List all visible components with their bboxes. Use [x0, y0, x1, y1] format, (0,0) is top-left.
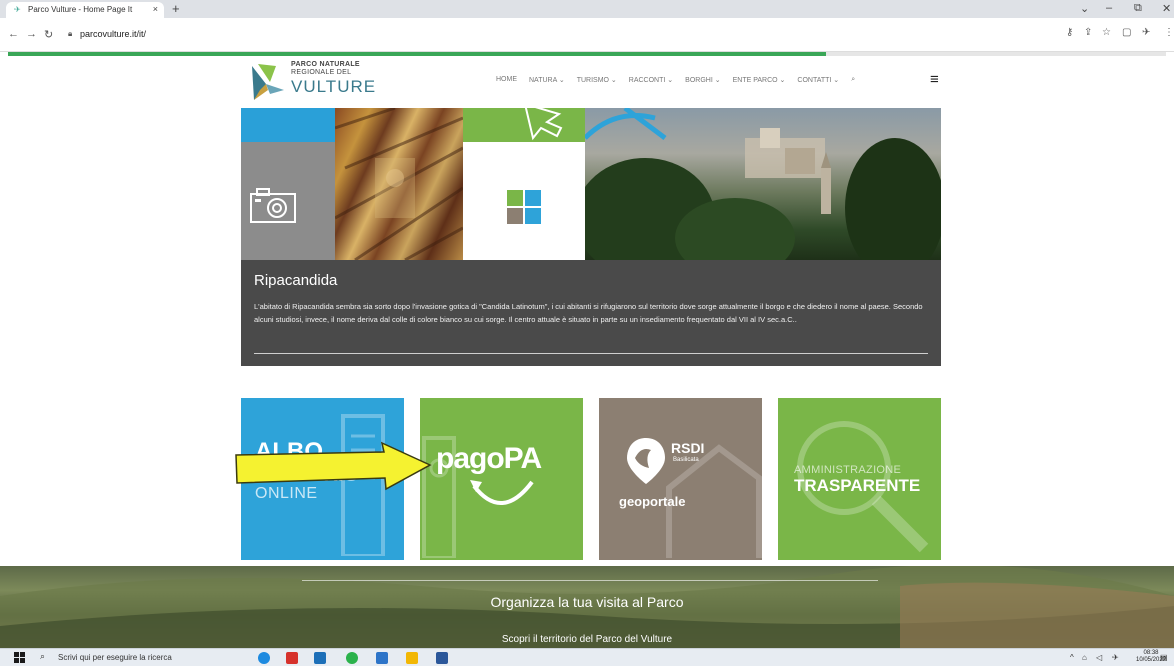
geoportale-tile[interactable]: RSDI Basilicata geoportale: [599, 398, 762, 560]
volume-icon[interactable]: ◁: [1096, 653, 1102, 662]
address-bar-row: ← → ↻ 🔒︎ parcovulture.it/it/ ⚷ ⇪ ☆ ▢ ✈ ⋮: [0, 18, 1174, 52]
share-icon[interactable]: ⇪: [1084, 27, 1092, 38]
geoportale-label: geoportale: [619, 494, 686, 509]
browser-tab-bar: ✈ Parco Vulture - Home Page It × + ⌄ – ⧉…: [0, 0, 1174, 18]
menu-turismo[interactable]: TURISMO ⌄: [577, 76, 617, 84]
ripacandida-photo-detail: [585, 108, 941, 260]
url-text: parcovulture.it/it/: [80, 29, 147, 39]
main-menu: HOME NATURA ⌄ TURISMO ⌄ RACCONTI ⌄ BORGH…: [496, 76, 855, 84]
park-logo-icon[interactable]: [246, 60, 288, 104]
windows-logo-icon[interactable]: [507, 190, 541, 224]
taskbar-search-icon[interactable]: ⌕: [40, 651, 45, 662]
camera-icon[interactable]: [249, 186, 297, 224]
rsdi-sublabel: Basilicata: [673, 457, 699, 463]
menu-ente-parco[interactable]: ENTE PARCO ⌄: [733, 76, 786, 84]
outlook-app-icon[interactable]: [376, 652, 388, 664]
reload-icon[interactable]: ↻: [44, 28, 53, 41]
tab-search-icon[interactable]: ⌄: [1080, 2, 1089, 15]
banner-title: Organizza la tua visita al Parco: [490, 594, 684, 610]
caption-title: Ripacandida: [254, 272, 338, 289]
menu-borghi[interactable]: BORGHI ⌄: [685, 76, 720, 84]
bookmark-star-icon[interactable]: ☆: [1102, 27, 1111, 38]
lock-icon: 🔒︎: [68, 29, 73, 38]
menu-home[interactable]: HOME: [496, 76, 517, 84]
menu-search-icon[interactable]: ⌕: [851, 76, 855, 84]
amministrazione-line-1: AMMINISTRAZIONE: [794, 464, 902, 476]
word-app-icon[interactable]: [436, 652, 448, 664]
menu-contatti[interactable]: CONTATTI ⌄: [797, 76, 839, 84]
fresco-detail: [335, 108, 463, 260]
forward-arrow-icon[interactable]: →: [26, 28, 37, 40]
visit-banner[interactable]: Organizza la tua visita al Parco Scopri …: [0, 566, 1174, 648]
amministrazione-trasparente-tile[interactable]: AMMINISTRAZIONE TRASPARENTE: [778, 398, 941, 560]
file-explorer-icon[interactable]: [406, 652, 418, 664]
caption-divider: [254, 353, 928, 354]
banner-divider: [302, 580, 878, 581]
hero-caption: Ripacandida L'abitato di Ripacandida sem…: [241, 260, 941, 366]
notifications-icon[interactable]: ▤: [1160, 653, 1168, 662]
yellow-arrow-annotation: [235, 441, 432, 491]
tray-app-icon[interactable]: ✈: [1112, 653, 1119, 662]
rsdi-label: RSDI: [671, 440, 705, 456]
tab-title: Parco Vulture - Home Page It: [28, 5, 133, 14]
pagopa-tile[interactable]: pagoPA: [420, 398, 583, 560]
menu-natura[interactable]: NATURA ⌄: [529, 76, 565, 84]
browser-menu-icon[interactable]: ⋮: [1164, 27, 1174, 38]
network-icon[interactable]: ⌂: [1082, 653, 1087, 662]
back-arrow-icon[interactable]: ←: [8, 28, 19, 40]
taskbar-search-input[interactable]: Scrivi qui per eseguire la ricerca: [58, 653, 172, 662]
sidebar-icon[interactable]: ▢: [1122, 27, 1131, 38]
url-field[interactable]: 🔒︎ parcovulture.it/it/: [66, 26, 1056, 44]
menu-racconti[interactable]: RACCONTI ⌄: [629, 76, 673, 84]
store-app-icon[interactable]: [314, 652, 326, 664]
site-favicon-icon: ✈: [14, 5, 21, 14]
map-pin-icon: [627, 438, 665, 484]
windows-taskbar: ⌕ Scrivi qui per eseguire la ricerca ^ ⌂…: [0, 648, 1174, 666]
maximize-button[interactable]: ⧉: [1134, 2, 1142, 15]
pagopa-label: pagoPA: [436, 442, 542, 475]
logo-line-3: VULTURE: [291, 77, 377, 96]
hamburger-menu-icon[interactable]: ≡: [930, 71, 939, 88]
logo-line-1: PARCO NATURALE: [291, 61, 360, 68]
caption-text: L'abitato di Ripacandida sembra sia sort…: [254, 302, 923, 324]
logo-line-2: REGIONALE DEL: [291, 69, 352, 76]
tab-close-icon[interactable]: ×: [153, 4, 158, 14]
refresh-arc-icon: [470, 480, 534, 505]
close-window-button[interactable]: ✕: [1162, 2, 1171, 15]
windows-start-icon[interactable]: [14, 652, 25, 663]
amministrazione-line-2: TRASPARENTE: [794, 476, 921, 495]
hero-blue-tile: [241, 108, 335, 142]
site-header: PARCO NATURALE REGIONALE DEL VULTURE HOM…: [0, 56, 1174, 108]
profile-icon[interactable]: ✈: [1142, 27, 1150, 38]
key-icon[interactable]: ⚷: [1066, 27, 1073, 38]
chrome-app-icon[interactable]: [346, 652, 358, 664]
tray-chevron-icon[interactable]: ^: [1070, 653, 1074, 662]
minimize-button[interactable]: –: [1106, 2, 1112, 14]
acrobat-app-icon[interactable]: [286, 652, 298, 664]
hero-collage: [241, 108, 941, 260]
cursor-icon: [524, 108, 563, 141]
browser-tab[interactable]: ✈ Parco Vulture - Home Page It ×: [6, 2, 164, 18]
banner-subtitle: Scopri il territorio del Parco del Vultu…: [501, 634, 673, 645]
edge-app-icon[interactable]: [258, 652, 270, 664]
new-tab-button[interactable]: +: [172, 1, 180, 16]
